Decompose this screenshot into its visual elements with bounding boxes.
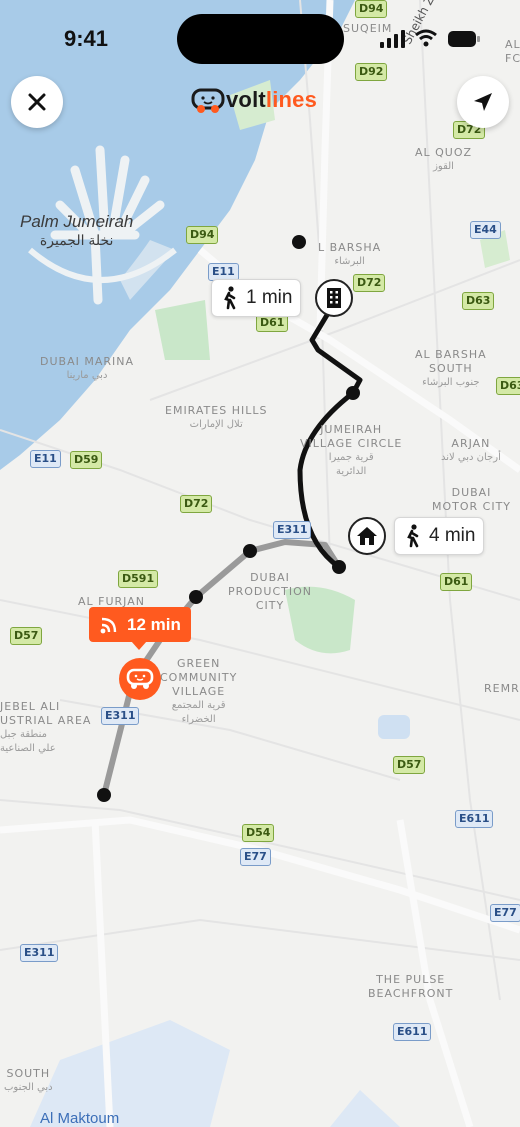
stop-dot <box>292 235 306 249</box>
signal-icon <box>380 30 405 48</box>
remr-label: REMR <box>484 682 520 695</box>
status-bar: 9:41 <box>0 22 520 56</box>
road-shield: D54 <box>242 824 275 842</box>
locate-me-button[interactable] <box>457 76 509 128</box>
walk-from-stop-time: 4 min <box>429 525 476 546</box>
road-shield: D92 <box>355 63 388 81</box>
road-shield: E311 <box>20 944 59 962</box>
building-icon <box>327 288 341 308</box>
road-shield: D72 <box>353 274 386 292</box>
road-shield: E611 <box>455 810 494 828</box>
palm-jumeirah-label: Palm Jumeirah نخلة الجميرة <box>20 212 133 249</box>
green-community-label: GREEN COMMUNITY VILLAGE قرية المجتمع الخضراء <box>160 657 238 725</box>
motor-city-label: DUBAI MOTOR CITY <box>432 486 512 513</box>
close-icon <box>28 93 46 111</box>
walking-icon <box>407 524 419 548</box>
home-icon <box>357 527 377 545</box>
al-quoz-label: AL QUOZ القوز <box>415 146 473 172</box>
brand-text-volt: volt <box>226 87 266 112</box>
battery-icon <box>448 31 480 47</box>
road-shield: D57 <box>393 756 426 774</box>
walk-from-stop-chip: 4 min <box>394 517 485 555</box>
wifi-icon <box>415 29 437 47</box>
vehicle-eta-time: 12 min <box>127 614 181 634</box>
emirates-hills-label: EMIRATES HILLS تلال الإمارات <box>165 404 268 430</box>
walking-icon <box>224 286 236 310</box>
road-shield: D61 <box>440 573 473 591</box>
stop-dot <box>332 560 346 574</box>
road-shield: E77 <box>490 904 520 922</box>
vehicle-marker[interactable] <box>119 658 161 700</box>
al-maktoum-label: Al Maktoum <box>40 1110 120 1127</box>
road-shield: D63 <box>496 377 520 395</box>
live-signal-icon <box>100 617 117 633</box>
stop-dot <box>346 386 360 400</box>
walk-to-stop-chip: 1 min <box>211 279 302 317</box>
arjan-label: ARJAN أرجان دبي لاند <box>441 437 501 463</box>
label-en: Palm Jumeirah <box>20 212 134 231</box>
brand-logo: voltlines <box>190 84 317 116</box>
label-ar: نخلة الجميرة <box>39 232 114 248</box>
map-screen: Palm Jumeirah نخلة الجميرة AL QUOZ القوز … <box>0 0 520 1127</box>
road-shield: D72 <box>180 495 213 513</box>
walk-to-stop-time: 1 min <box>246 287 293 308</box>
road-shield: D57 <box>10 627 43 645</box>
al-barsha-label: L BARSHA البرشاء <box>318 241 382 267</box>
destination-building-marker[interactable] <box>315 279 353 317</box>
road-shield: E611 <box>393 1023 432 1041</box>
south-label: SOUTH دبي الجنوب <box>4 1067 53 1093</box>
dubai-marina-label: DUBAI MARINA دبي مارينا <box>40 355 134 381</box>
road-shield: D94 <box>355 0 388 18</box>
jvc-label: JUMEIRAH VILLAGE CIRCLE قرية جميرا الدائرية <box>300 423 403 477</box>
vehicle-eta-badge: 12 min <box>89 607 191 650</box>
road-shield: D591 <box>118 570 159 588</box>
navigation-arrow-icon <box>474 93 492 111</box>
the-pulse-label: THE PULSE BEACHFRONT <box>368 973 454 1000</box>
status-time: 9:41 <box>64 26 109 51</box>
road-shield: D59 <box>70 451 103 469</box>
al-barsha-south-label: AL BARSHA SOUTH جنوب البرشاء <box>415 348 487 388</box>
road-shield: E77 <box>240 848 271 866</box>
road-shield: E311 <box>101 707 140 725</box>
van-logo-icon <box>191 88 225 113</box>
stop-dot <box>189 590 203 604</box>
stop-dot <box>243 544 257 558</box>
close-button[interactable] <box>11 76 63 128</box>
stop-dot <box>97 788 111 802</box>
home-marker[interactable] <box>348 517 386 555</box>
road-shield: E44 <box>470 221 501 239</box>
brand-text-lines: lines <box>265 87 318 112</box>
van-icon <box>126 668 154 689</box>
road-shield: D63 <box>462 292 495 310</box>
production-city-label: DUBAI PRODUCTION CITY <box>228 571 312 612</box>
road-shield: D94 <box>186 226 219 244</box>
jebel-ali-label: JEBEL ALI USTRIAL AREA منطقة جبل علي الصناع… <box>0 700 92 754</box>
road-shield: E311 <box>273 521 312 539</box>
road-shield: E11 <box>30 450 61 468</box>
